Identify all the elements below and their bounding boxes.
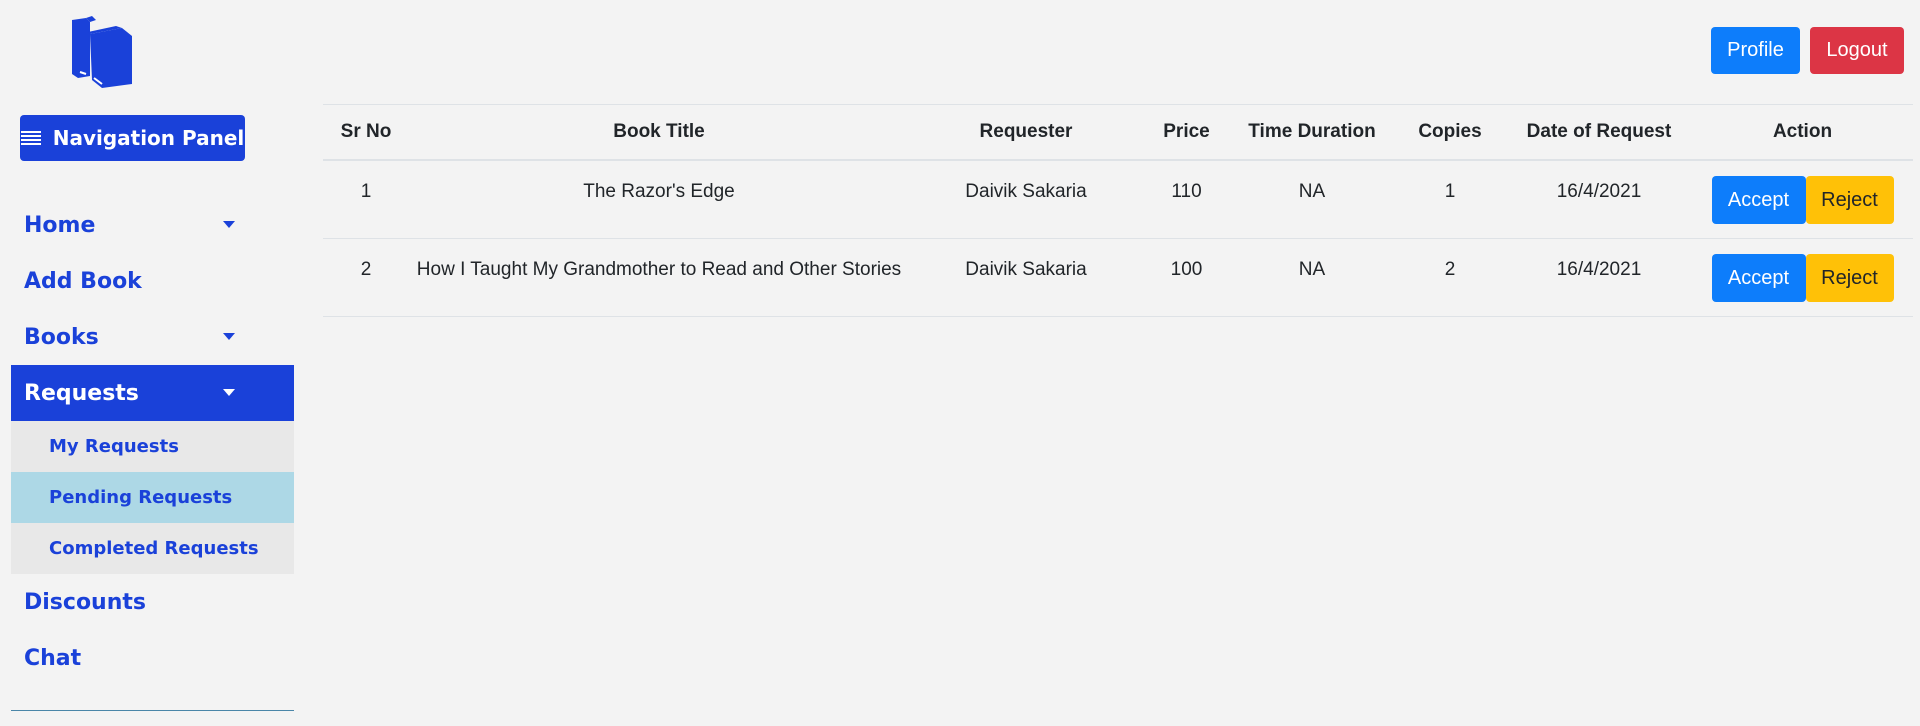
cell-book-title: The Razor's Edge bbox=[409, 160, 909, 239]
navigation-panel-button[interactable]: Navigation Panel bbox=[20, 115, 245, 161]
cell-requester: Daivik Sakaria bbox=[909, 238, 1143, 317]
sidebar-item-add-book[interactable]: Add Book bbox=[11, 253, 294, 309]
sidebar-item-label: Home bbox=[24, 212, 96, 238]
sidebar-item-chat[interactable]: Chat bbox=[11, 630, 294, 686]
sidebar-divider bbox=[11, 710, 294, 711]
reject-button[interactable]: Reject bbox=[1805, 253, 1894, 302]
sidebar-subitem-label: My Requests bbox=[49, 436, 179, 457]
cell-date-of-request: 16/4/2021 bbox=[1506, 238, 1692, 317]
sidebar-item-home[interactable]: Home bbox=[11, 197, 294, 253]
sidebar-subitem-completed-requests[interactable]: Completed Requests bbox=[11, 523, 294, 574]
logout-button[interactable]: Logout bbox=[1810, 27, 1904, 74]
sidebar-subitem-label: Completed Requests bbox=[49, 538, 259, 559]
column-header-requester: Requester bbox=[909, 104, 1143, 161]
column-header-date-of-request: Date of Request bbox=[1506, 104, 1692, 161]
sidebar-item-label: Books bbox=[24, 324, 99, 350]
sidebar-item-label: Requests bbox=[24, 380, 139, 406]
sidebar-item-discounts[interactable]: Discounts bbox=[11, 574, 294, 630]
column-header-copies: Copies bbox=[1394, 104, 1506, 161]
column-header-sr-no: Sr No bbox=[323, 104, 409, 161]
cell-action: Accept Reject bbox=[1692, 238, 1913, 317]
pending-requests-table: Sr No Book Title Requester Price Time Du… bbox=[323, 104, 1913, 317]
books-logo-icon bbox=[66, 14, 136, 88]
caret-down-icon bbox=[223, 221, 235, 228]
reject-button[interactable]: Reject bbox=[1805, 176, 1894, 224]
sidebar-item-label: Discounts bbox=[24, 589, 146, 615]
cell-book-title: How I Taught My Grandmother to Read and … bbox=[409, 238, 909, 317]
cell-requester: Daivik Sakaria bbox=[909, 160, 1143, 239]
menu-bars-icon bbox=[20, 130, 41, 146]
cell-sr-no: 1 bbox=[323, 160, 409, 239]
sidebar-item-label: Add Book bbox=[24, 268, 142, 294]
cell-action: Accept Reject bbox=[1692, 160, 1913, 239]
cell-price: 100 bbox=[1143, 238, 1230, 317]
navigation-panel-label: Navigation Panel bbox=[52, 126, 245, 150]
table-row: 2 How I Taught My Grandmother to Read an… bbox=[323, 238, 1913, 317]
table-header-row: Sr No Book Title Requester Price Time Du… bbox=[323, 104, 1913, 161]
caret-down-icon bbox=[223, 333, 235, 340]
column-header-action: Action bbox=[1692, 104, 1913, 161]
sidebar-subitem-label: Pending Requests bbox=[49, 487, 233, 508]
cell-date-of-request: 16/4/2021 bbox=[1506, 160, 1692, 239]
sidebar-item-label: Chat bbox=[24, 645, 82, 671]
sidebar-subitem-pending-requests[interactable]: Pending Requests bbox=[11, 472, 294, 523]
column-header-price: Price bbox=[1143, 104, 1230, 161]
table-row: 1 The Razor's Edge Daivik Sakaria 110 NA… bbox=[323, 160, 1913, 239]
cell-price: 110 bbox=[1143, 160, 1230, 239]
sidebar: Home Add Book Books Requests My Requests… bbox=[11, 197, 294, 686]
cell-time-duration: NA bbox=[1230, 160, 1394, 239]
sidebar-item-books[interactable]: Books bbox=[11, 309, 294, 365]
profile-button[interactable]: Profile bbox=[1711, 27, 1800, 74]
accept-button[interactable]: Accept bbox=[1711, 176, 1806, 224]
column-header-time-duration: Time Duration bbox=[1230, 104, 1394, 161]
cell-copies: 2 bbox=[1394, 238, 1506, 317]
column-header-book-title: Book Title bbox=[409, 104, 909, 161]
sidebar-item-requests[interactable]: Requests bbox=[11, 365, 294, 421]
cell-copies: 1 bbox=[1394, 160, 1506, 239]
cell-time-duration: NA bbox=[1230, 238, 1394, 317]
sidebar-subitem-my-requests[interactable]: My Requests bbox=[11, 421, 294, 472]
cell-sr-no: 2 bbox=[323, 238, 409, 317]
pending-requests-table-container: Sr No Book Title Requester Price Time Du… bbox=[323, 104, 1920, 317]
caret-down-icon bbox=[223, 389, 235, 396]
accept-button[interactable]: Accept bbox=[1711, 253, 1806, 302]
